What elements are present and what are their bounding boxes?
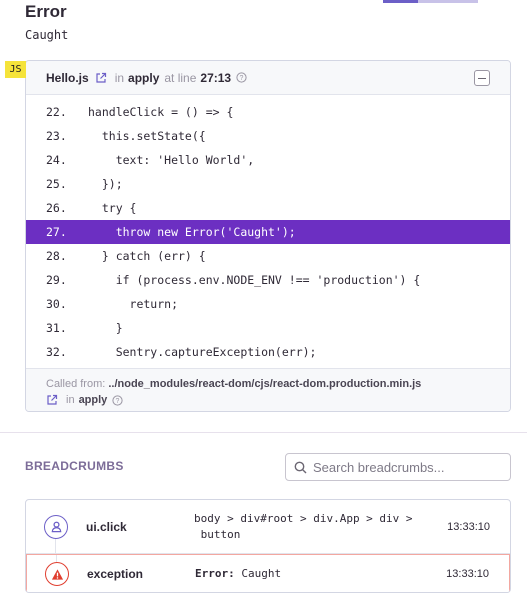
code-text: throw new Error('Caught'); — [88, 225, 296, 239]
info-icon[interactable]: ? — [236, 72, 247, 83]
open-external-icon[interactable] — [46, 394, 58, 406]
code-line: 26. try { — [26, 196, 510, 220]
stack-frame: Hello.js in apply at line 27:13 ? 22. han… — [25, 60, 511, 412]
line-number: 22. — [46, 105, 67, 119]
line-number: 30. — [46, 297, 67, 311]
breadcrumb-type: exception — [87, 567, 144, 581]
user-icon — [44, 514, 68, 539]
breadcrumbs-table: ui.click body > div#root > div.App > div… — [25, 499, 511, 593]
called-from-label: Called from: — [46, 378, 106, 390]
collapse-button[interactable] — [474, 70, 490, 86]
code-line-highlighted: 27. throw new Error('Caught'); — [26, 220, 510, 244]
line-number: 26. — [46, 201, 67, 215]
code-line: 24. text: 'Hello World', — [26, 148, 510, 172]
code-line: 28. } catch (err) { — [26, 244, 510, 268]
code-line: 30. return; — [26, 292, 510, 316]
code-text: }); — [88, 177, 123, 191]
line-number: 23. — [46, 129, 67, 143]
frame-line-col: 27:13 — [200, 70, 232, 85]
line-number: 29. — [46, 273, 67, 287]
code-text: try { — [88, 201, 137, 215]
breadcrumbs-title: BREADCRUMBS — [25, 459, 124, 473]
breadcrumb-time: 13:33:10 — [446, 568, 489, 580]
breadcrumb-time: 13:33:10 — [447, 520, 490, 533]
called-from: Called from: ../node_modules/react-dom/c… — [26, 368, 510, 411]
info-icon[interactable]: ? — [112, 394, 123, 406]
code-text: this.setState({ — [88, 129, 206, 143]
search-icon — [294, 461, 307, 474]
code-line: 25. }); — [26, 172, 510, 196]
breadcrumb-row-exception[interactable]: exception Error: Caught 13:33:10 — [26, 554, 510, 592]
code-line: 31. } — [26, 316, 510, 340]
js-platform-badge: JS — [5, 61, 26, 78]
line-number: 31. — [46, 321, 67, 335]
code-line: 29. if (process.env.NODE_ENV !== 'produc… — [26, 268, 510, 292]
breadcrumb-message-label: Error: — [195, 567, 235, 580]
breadcrumb-row[interactable]: ui.click body > div#root > div.App > div… — [26, 500, 510, 554]
called-from-function: apply — [78, 394, 108, 406]
code-text: text: 'Hello World', — [88, 153, 255, 167]
frame-header[interactable]: Hello.js in apply at line 27:13 ? — [26, 61, 510, 95]
breadcrumb-type: ui.click — [86, 519, 127, 534]
code-line: 32. Sentry.captureException(err); — [26, 340, 510, 364]
code-text: return; — [88, 297, 179, 311]
called-from-path[interactable]: ../node_modules/react-dom/cjs/react-dom.… — [108, 378, 421, 390]
breadcrumb-message-line1: body > div#root > div.App > div > — [194, 511, 413, 525]
code-text: handleClick = () => { — [88, 105, 234, 119]
search-input[interactable] — [313, 459, 503, 475]
breadcrumb-message: Error: Caught — [195, 566, 445, 582]
line-number: 28. — [46, 249, 67, 263]
breadcrumbs-search[interactable] — [285, 453, 511, 481]
line-number: 24. — [46, 153, 67, 167]
code-line: 22. handleClick = () => { — [26, 100, 510, 124]
line-number: 32. — [46, 345, 67, 359]
code-text: Sentry.captureException(err); — [88, 345, 317, 359]
line-number: 27. — [46, 225, 67, 239]
line-number: 25. — [46, 177, 67, 191]
frame-at-line-label: at line — [164, 70, 197, 85]
svg-text:?: ? — [240, 75, 244, 82]
code-context: 22. handleClick = () => { 23. this.setStat… — [26, 100, 510, 364]
code-text: } — [88, 321, 123, 335]
error-subtitle: Caught — [25, 28, 69, 42]
section-divider — [0, 432, 527, 433]
svg-text:?: ? — [116, 398, 120, 405]
breadcrumb-message-value: Caught — [234, 567, 282, 580]
breadcrumb-message-line2: button — [194, 527, 241, 541]
breadcrumb-message: body > div#root > div.App > div > button — [194, 511, 444, 543]
frame-filename[interactable]: Hello.js — [46, 71, 89, 85]
code-text: } catch (err) { — [88, 249, 206, 263]
warning-icon — [45, 562, 69, 586]
open-external-icon[interactable] — [95, 72, 107, 84]
code-text: if (process.env.NODE_ENV !== 'production… — [88, 273, 421, 287]
frame-in-label: in — [114, 70, 125, 85]
frame-function: apply — [128, 70, 160, 85]
error-title: Error — [25, 2, 67, 21]
tab-accent-bar-secondary — [418, 0, 478, 3]
called-from-in-label: in — [66, 394, 75, 406]
code-line: 23. this.setState({ — [26, 124, 510, 148]
